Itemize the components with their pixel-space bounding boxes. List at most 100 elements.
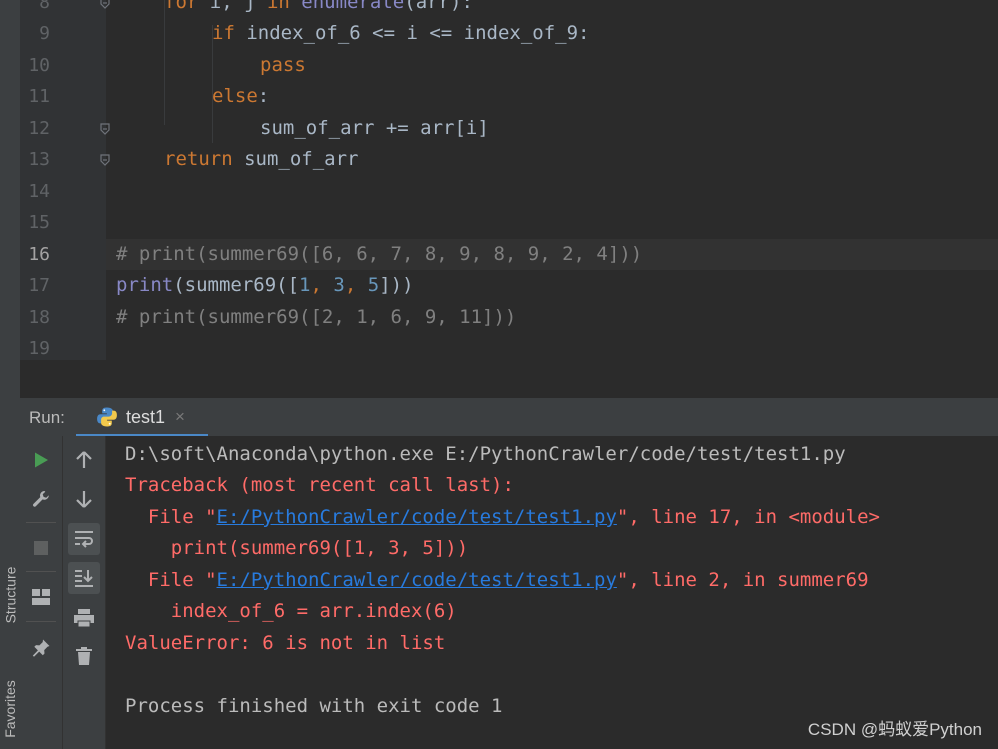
code-token: (arr): bbox=[404, 0, 473, 13]
process-exit-message: Process finished with exit code 1 bbox=[125, 695, 503, 717]
close-icon[interactable]: × bbox=[175, 407, 185, 427]
run-toolbar-secondary bbox=[63, 436, 106, 749]
traceback-code-line: print(summer69([1, 3, 5])) bbox=[125, 537, 469, 559]
code-line[interactable]: # print(summer69([2, 1, 6, 9, 11])) bbox=[106, 302, 998, 333]
code-token: 5 bbox=[367, 274, 380, 296]
stop-button[interactable] bbox=[25, 532, 57, 564]
layout-button[interactable] bbox=[25, 581, 57, 613]
frame-prefix: File " bbox=[125, 506, 217, 528]
indent-guide bbox=[164, 0, 165, 125]
toolbar-separator bbox=[26, 522, 56, 523]
traceback-header: Traceback (most recent call last): bbox=[125, 474, 514, 496]
code-token: ])) bbox=[379, 274, 414, 296]
line-number: 13 bbox=[28, 149, 50, 170]
code-token: else bbox=[212, 85, 258, 107]
line-number: 12 bbox=[28, 117, 50, 139]
file-link[interactable]: E:/PythonCrawler/code/test/test1.py bbox=[217, 506, 617, 528]
structure-tab-label: Structure bbox=[2, 566, 18, 624]
stop-icon bbox=[34, 541, 48, 555]
code-token: # print(summer69([6, 6, 7, 8, 9, 8, 9, 2… bbox=[116, 242, 643, 265]
line-number: 17 bbox=[28, 275, 50, 296]
soft-wrap-button[interactable] bbox=[68, 523, 100, 555]
arrow-down-icon bbox=[76, 491, 92, 508]
up-button[interactable] bbox=[68, 444, 100, 476]
favorites-tab[interactable]: Favorites bbox=[0, 668, 20, 749]
toolbar-separator bbox=[26, 621, 56, 622]
code-token: enumerate bbox=[301, 0, 405, 13]
down-button[interactable] bbox=[68, 483, 100, 515]
frame-suffix: ", line 17, in <module> bbox=[616, 506, 880, 528]
code-line[interactable] bbox=[106, 207, 998, 238]
console-output[interactable]: D:\soft\Anaconda\python.exe E:/PythonCra… bbox=[106, 436, 998, 749]
file-link[interactable]: E:/PythonCrawler/code/test/test1.py bbox=[217, 569, 617, 591]
code-editor[interactable]: 8 9 10 11 12 13 14 15 16 17 18 19 for i, j in enume… bbox=[20, 0, 998, 360]
run-icon bbox=[35, 452, 48, 468]
watermark: CSDN @蚂蚁爱Python bbox=[807, 720, 982, 739]
print-button[interactable] bbox=[68, 602, 100, 634]
console-command-line: D:\soft\Anaconda\python.exe E:/PythonCra… bbox=[125, 443, 846, 465]
printer-icon bbox=[74, 609, 94, 628]
run-toolbar-primary bbox=[20, 436, 63, 749]
frame-prefix: File " bbox=[125, 569, 217, 591]
traceback-code-line: index_of_6 = arr.index(6) bbox=[125, 600, 457, 622]
line-number: 10 bbox=[28, 54, 50, 76]
code-token: return bbox=[164, 148, 245, 170]
code-token: , bbox=[310, 274, 334, 296]
run-panel-header: Run: test1 × bbox=[20, 398, 998, 437]
code-line[interactable]: for i, j in enumerate(arr): bbox=[106, 0, 998, 18]
soft-wrap-icon bbox=[75, 531, 93, 548]
run-tab-label: test1 bbox=[126, 406, 166, 427]
line-number: 14 bbox=[28, 180, 50, 202]
traceback-frame: File "E:/PythonCrawler/code/test/test1.p… bbox=[125, 502, 880, 533]
pin-tab-button[interactable] bbox=[25, 632, 57, 664]
code-token: # print(summer69([2, 1, 6, 9, 11])) bbox=[116, 305, 517, 328]
pin-icon bbox=[32, 639, 50, 657]
editor-bottom-space bbox=[20, 360, 998, 398]
code-line[interactable]: pass bbox=[106, 50, 998, 81]
line-number-gutter: 8 9 10 11 12 13 14 15 16 17 18 19 bbox=[20, 0, 110, 360]
code-line[interactable] bbox=[106, 333, 998, 360]
code-line[interactable]: return sum_of_arr bbox=[106, 144, 998, 175]
code-line[interactable]: sum_of_arr += arr[i] bbox=[106, 113, 998, 144]
code-token: print bbox=[116, 274, 174, 296]
rerun-button[interactable] bbox=[25, 444, 57, 476]
code-area[interactable]: for i, j in enumerate(arr): if index_of_6… bbox=[106, 0, 998, 360]
line-number: 8 bbox=[39, 0, 50, 13]
scroll-to-end-button[interactable] bbox=[68, 562, 100, 594]
code-token: sum_of_arr += arr[i] bbox=[260, 116, 489, 139]
code-token: sum_of_arr bbox=[244, 148, 359, 170]
code-token: in bbox=[266, 0, 302, 13]
line-number: 15 bbox=[28, 212, 50, 233]
layout-icon bbox=[32, 589, 50, 605]
clear-all-button[interactable] bbox=[68, 640, 100, 672]
run-tab-test1[interactable]: test1 × bbox=[76, 398, 208, 437]
code-token: 1 bbox=[299, 274, 311, 296]
edit-configuration-button[interactable] bbox=[25, 483, 57, 515]
python-icon bbox=[97, 407, 117, 427]
code-line[interactable]: else: bbox=[106, 81, 998, 112]
toolbar-separator bbox=[26, 571, 56, 572]
code-token: , bbox=[344, 274, 368, 296]
trash-icon bbox=[76, 647, 92, 665]
code-token: i, j bbox=[209, 0, 267, 13]
line-number: 9 bbox=[39, 23, 50, 44]
line-number: 11 bbox=[28, 86, 50, 107]
error-message: ValueError: 6 is not in list bbox=[125, 632, 446, 654]
code-line[interactable] bbox=[106, 176, 998, 207]
code-line[interactable]: # print(summer69([6, 6, 7, 8, 9, 8, 9, 2… bbox=[106, 238, 998, 270]
code-token: 3 bbox=[333, 274, 345, 296]
code-token: for bbox=[164, 0, 210, 13]
frame-suffix: ", line 2, in summer69 bbox=[616, 569, 869, 591]
arrow-up-icon bbox=[76, 451, 92, 468]
code-token: : bbox=[257, 85, 270, 107]
line-number: 19 bbox=[28, 338, 50, 359]
wrench-icon bbox=[33, 491, 49, 507]
code-token: (summer69([ bbox=[173, 274, 300, 296]
line-number: 18 bbox=[28, 306, 50, 328]
run-label: Run: bbox=[29, 408, 65, 427]
structure-tab[interactable]: Structure bbox=[0, 545, 20, 645]
code-line[interactable]: if index_of_6 <= i <= index_of_9: bbox=[106, 18, 998, 49]
code-token: if bbox=[212, 22, 247, 44]
code-line[interactable]: print(summer69([1, 3, 5])) bbox=[106, 270, 998, 301]
code-token: pass bbox=[260, 53, 306, 76]
